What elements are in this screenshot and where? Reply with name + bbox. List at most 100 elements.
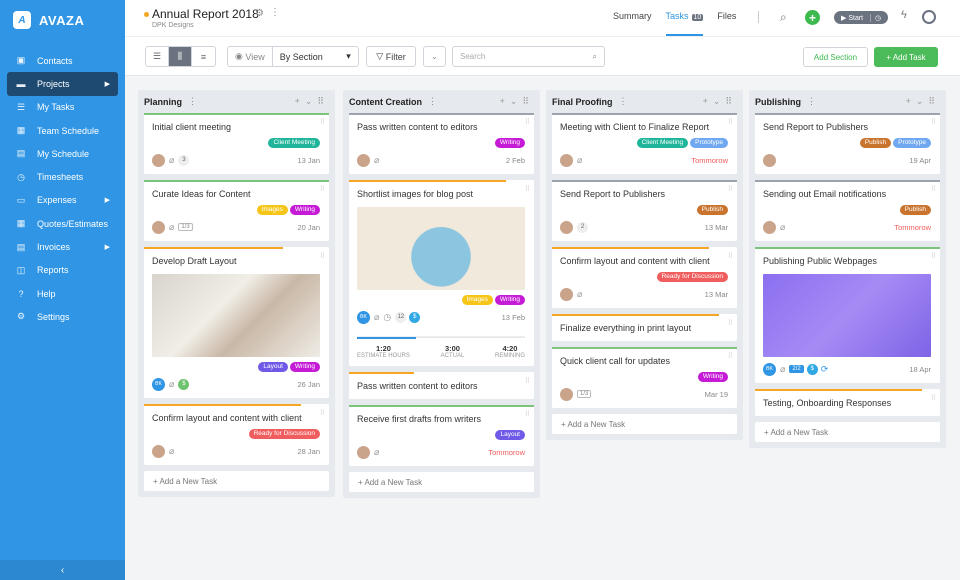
add-icon[interactable]: + [295, 96, 305, 106]
quick-add-button[interactable]: + [805, 10, 820, 25]
sidebar-item-help[interactable]: ? Help [0, 282, 118, 305]
label-layout[interactable]: Layout [258, 362, 288, 372]
drag-handle-icon[interactable]: ⠿ [522, 96, 534, 106]
subtasks-count[interactable]: 2/2 [789, 365, 804, 373]
app-logo[interactable]: A AVAZA [0, 2, 84, 38]
drag-handle-icon[interactable]: ⠿ [525, 185, 530, 193]
add-icon[interactable]: + [703, 96, 713, 106]
column-menu-icon[interactable]: ⋮ [807, 96, 816, 107]
drag-handle-icon[interactable]: ⠿ [728, 185, 733, 193]
sidebar-item-expenses[interactable]: ▭ Expenses ▶ [0, 189, 118, 212]
sidebar-item-timesheets[interactable]: ◷ Timesheets [0, 165, 118, 188]
view-dropdown[interactable]: ◉ View By Section ▾ [227, 46, 359, 67]
avatar[interactable] [152, 444, 165, 458]
avatar[interactable] [357, 445, 370, 459]
label-images[interactable]: Images [461, 295, 493, 305]
sidebar-item-invoices[interactable]: ▤ Invoices ▶ [0, 235, 118, 258]
label-images[interactable]: Images [256, 205, 288, 215]
task-card[interactable]: ⠿ Finalize everything in print layout [552, 314, 737, 341]
task-card[interactable]: ⠿ Confirm layout and content with client R… [552, 247, 737, 308]
task-card[interactable]: ⠿ Publishing Public Webpages BK ⌀ 2/2 $ ⟳ 18 Ap… [755, 247, 940, 383]
subtasks-count[interactable]: 1/3 [577, 390, 592, 398]
sidebar-item-my-tasks[interactable]: ☰ My Tasks [0, 96, 118, 119]
tab-files[interactable]: Files [717, 0, 736, 36]
avatar[interactable] [763, 220, 776, 234]
add-new-task-button[interactable]: + Add a New Task [755, 422, 940, 442]
add-icon[interactable]: + [500, 96, 510, 106]
sidebar-item-my-schedule[interactable]: ▤ My Schedule [0, 142, 118, 165]
label-client_meeting[interactable]: Client Meeting [636, 138, 689, 148]
comments-count[interactable]: 3 [178, 154, 190, 166]
task-card[interactable]: ⠿ Pass written content to editors [349, 372, 534, 399]
lightning-icon[interactable]: ϟ [901, 9, 907, 21]
drag-handle-icon[interactable]: ⠿ [320, 252, 325, 260]
sidebar-item-projects[interactable]: ▬ Projects ▶ [7, 72, 118, 96]
drag-handle-icon[interactable]: ⠿ [728, 319, 733, 327]
chevron-down-icon[interactable]: ⌄ [916, 96, 929, 106]
chevron-down-icon[interactable]: ⌄ [305, 96, 318, 106]
label-layout[interactable]: Layout [495, 430, 525, 440]
drag-handle-icon[interactable]: ⠿ [525, 118, 530, 126]
task-card[interactable]: ⠿ Sending out Email notifications Publish ⌀… [755, 180, 940, 241]
list-view-button[interactable]: ☰ [146, 47, 169, 66]
drag-handle-icon[interactable]: ⠿ [931, 185, 936, 193]
subtasks-count[interactable]: 1/3 [178, 223, 193, 231]
sidebar-item-contacts[interactable]: ▣ Contacts [0, 49, 118, 72]
add-task-button[interactable]: + Add Task [874, 47, 938, 67]
column-menu-icon[interactable]: ⋮ [428, 96, 437, 107]
drag-handle-icon[interactable]: ⠿ [525, 377, 530, 385]
project-settings-icon[interactable]: ⚙ [255, 8, 264, 19]
task-card[interactable]: ⠿ Curate Ideas for Content Images Writing ⌀ 1… [144, 180, 329, 241]
drag-handle-icon[interactable]: ⠿ [728, 118, 733, 126]
project-client[interactable]: DPK Designs [152, 22, 194, 29]
drag-handle-icon[interactable]: ⠿ [931, 394, 936, 402]
drag-handle-icon[interactable]: ⠿ [525, 410, 530, 418]
search-input[interactable]: Search ⌕ [452, 46, 605, 67]
column-menu-icon[interactable]: ⋮ [619, 96, 628, 107]
avatar[interactable] [560, 153, 573, 167]
avatar[interactable]: BK [152, 377, 165, 391]
task-card[interactable]: ⠿ Pass written content to editors Writing ⌀… [349, 113, 534, 174]
collapse-sidebar-button[interactable]: ‹ [0, 560, 125, 580]
chevron-down-icon[interactable]: ⌄ [510, 96, 523, 106]
chevron-down-icon[interactable]: ⌄ [713, 96, 726, 106]
drag-handle-icon[interactable]: ⠿ [320, 185, 325, 193]
task-card[interactable]: ⠿ Confirm layout and content with client R… [144, 404, 329, 465]
task-card[interactable]: ⠿ Quick client call for updates Writing 1/3… [552, 347, 737, 408]
label-writing[interactable]: Writing [494, 138, 525, 148]
avatar[interactable] [152, 153, 165, 167]
sidebar-item-settings[interactable]: ⚙ Settings [0, 305, 118, 328]
task-card[interactable]: ⠿ Initial client meeting Client Meeting ⌀ 3 1… [144, 113, 329, 174]
task-card[interactable]: ⠿ Send Report to Publishers Publish 2 13 Mar [552, 180, 737, 241]
label-publish[interactable]: Publish [696, 205, 728, 215]
drag-handle-icon[interactable]: ⠿ [728, 252, 733, 260]
filter-button[interactable]: ▽ Filter [366, 46, 416, 67]
task-card[interactable]: ⠿ Receive first drafts from writers Layout… [349, 405, 534, 466]
comments-count[interactable]: 12 [395, 311, 407, 323]
project-more-icon[interactable]: ⋮ [270, 7, 280, 18]
label-writing[interactable]: Writing [697, 372, 728, 382]
board-view-button[interactable]: ⫼ [169, 47, 192, 66]
add-icon[interactable]: + [906, 96, 916, 106]
avatar[interactable] [560, 387, 573, 401]
label-prototype[interactable]: Prototype [893, 138, 931, 148]
add-new-task-button[interactable]: + Add a New Task [144, 471, 329, 491]
task-card[interactable]: ⠿ Meeting with Client to Finalize Report C… [552, 113, 737, 174]
label-client_meeting[interactable]: Client Meeting [268, 138, 320, 148]
tab-tasks[interactable]: Tasks 10 [665, 0, 704, 36]
drag-handle-icon[interactable]: ⠿ [320, 118, 325, 126]
label-ready[interactable]: Ready for Discussion [656, 272, 728, 282]
sidebar-item-reports[interactable]: ◫ Reports [0, 259, 118, 282]
add-new-task-button[interactable]: + Add a New Task [552, 414, 737, 434]
timer-start-button[interactable]: ▶ Start ◷ [834, 11, 888, 24]
sidebar-item-team-schedule[interactable]: ▦ Team Schedule [0, 119, 118, 142]
add-section-button[interactable]: Add Section [803, 47, 868, 67]
sidebar-item-quotes-estimates[interactable]: ▦ Quotes/Estimates [0, 212, 118, 235]
avatar[interactable] [560, 287, 573, 301]
add-new-task-button[interactable]: + Add a New Task [349, 472, 534, 492]
label-publish[interactable]: Publish [859, 138, 892, 148]
label-writing[interactable]: Writing [289, 205, 320, 215]
task-card[interactable]: ⠿ Shortlist images for blog post Images Wri… [349, 180, 534, 366]
drag-handle-icon[interactable]: ⠿ [931, 252, 936, 260]
avatar[interactable] [152, 220, 165, 234]
